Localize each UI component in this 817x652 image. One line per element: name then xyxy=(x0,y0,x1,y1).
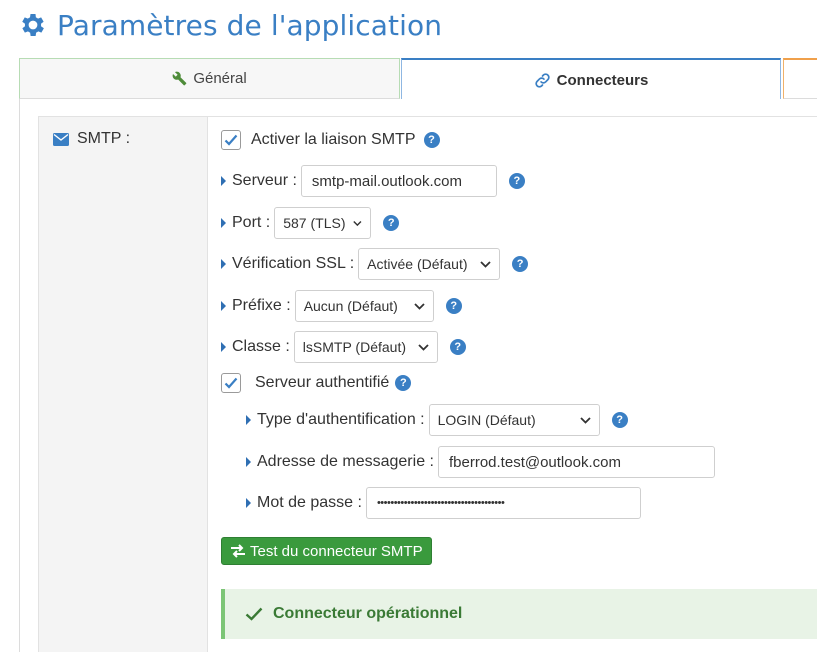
server-row: Serveur : smtp-mail.outlook.com ? xyxy=(221,165,525,197)
check-icon xyxy=(245,607,263,621)
class-row: Classe : lsSMTP (Défaut) ? xyxy=(221,331,466,363)
ssl-select-value: Activée (Défaut) xyxy=(367,256,468,272)
caret-right-icon xyxy=(221,176,226,186)
help-icon[interactable]: ? xyxy=(611,412,628,428)
auth-label: Serveur authentifié xyxy=(255,374,390,391)
chevron-down-icon xyxy=(480,260,491,268)
help-icon[interactable]: ? xyxy=(383,215,400,231)
help-icon[interactable]: ? xyxy=(445,298,462,314)
server-label: Serveur : xyxy=(232,172,297,189)
caret-right-icon xyxy=(246,457,251,467)
prefix-select[interactable]: Aucun (Défaut) xyxy=(294,290,434,322)
connectors-panel: SMTP : Activer la liaison SMTP ? Serveur… xyxy=(19,99,817,652)
page-header: Paramètres de l'application xyxy=(18,6,442,44)
ssl-label: Vérification SSL : xyxy=(232,255,355,272)
help-icon[interactable]: ? xyxy=(508,173,525,189)
checkmark-icon xyxy=(224,377,238,389)
tab-connecteurs[interactable]: Connecteurs xyxy=(401,58,781,100)
email-input[interactable]: fberrod.test@outlook.com xyxy=(437,446,715,478)
help-icon[interactable]: ? xyxy=(423,132,440,148)
auth-type-select[interactable]: LOGIN (Défaut) xyxy=(428,404,600,436)
enable-smtp-row: Activer la liaison SMTP ? xyxy=(221,130,440,150)
auth-row: Serveur authentifié ? xyxy=(221,373,412,393)
caret-right-icon xyxy=(221,301,226,311)
auth-type-row: Type d'authentification : LOGIN (Défaut)… xyxy=(246,404,628,436)
auth-type-select-value: LOGIN (Défaut) xyxy=(437,412,536,428)
page-title: Paramètres de l'application xyxy=(57,8,443,42)
enable-smtp-checkbox[interactable] xyxy=(221,130,241,150)
caret-right-icon xyxy=(246,415,251,425)
smtp-settings-form: Activer la liaison SMTP ? Serveur : smtp… xyxy=(208,116,817,652)
prefix-row: Préfixe : Aucun (Défaut) ? xyxy=(221,290,462,322)
port-row: Port : 587 (TLS) ? xyxy=(221,207,400,239)
tab-connecteurs-label: Connecteurs xyxy=(556,71,649,89)
port-label: Port : xyxy=(232,214,271,231)
help-icon[interactable]: ? xyxy=(512,256,529,272)
tab-next-partial[interactable] xyxy=(783,58,817,99)
status-alert: Connecteur opérationnel xyxy=(221,589,817,639)
email-label: Adresse de messagerie : xyxy=(257,453,434,470)
auth-checkbox[interactable] xyxy=(221,373,241,393)
password-row: Mot de passe : •••••••••••••••••••••••••… xyxy=(246,487,641,519)
exchange-icon xyxy=(231,544,245,558)
class-select[interactable]: lsSMTP (Défaut) xyxy=(293,331,438,363)
gear-icon xyxy=(22,14,44,36)
envelope-icon xyxy=(53,132,69,146)
enable-smtp-label: Activer la liaison SMTP xyxy=(251,131,416,148)
settings-page: Paramètres de l'application Général Conn… xyxy=(0,0,817,652)
chevron-down-icon xyxy=(353,220,362,226)
server-input[interactable]: smtp-mail.outlook.com xyxy=(300,165,497,197)
chevron-down-icon xyxy=(414,302,425,310)
class-label: Classe : xyxy=(232,338,290,355)
auth-type-label: Type d'authentification : xyxy=(257,411,425,428)
test-smtp-button[interactable]: Test du connecteur SMTP xyxy=(221,537,432,565)
chevron-down-icon xyxy=(579,416,591,424)
help-icon[interactable]: ? xyxy=(449,339,466,355)
help-icon[interactable]: ? xyxy=(395,375,412,391)
caret-right-icon xyxy=(246,498,251,508)
caret-right-icon xyxy=(221,342,226,352)
port-select-value: 587 (TLS) xyxy=(283,215,346,231)
prefix-select-value: Aucun (Défaut) xyxy=(303,298,398,314)
prefix-label: Préfixe : xyxy=(232,297,291,314)
chevron-down-icon xyxy=(418,343,429,351)
test-smtp-button-label: Test du connecteur SMTP xyxy=(250,542,423,560)
ssl-select[interactable]: Activée (Défaut) xyxy=(358,248,501,280)
tab-general[interactable]: Général xyxy=(19,58,400,99)
smtp-section-header: SMTP : xyxy=(38,116,208,652)
checkmark-icon xyxy=(224,134,238,146)
caret-right-icon xyxy=(221,259,226,269)
ssl-row: Vérification SSL : Activée (Défaut) ? xyxy=(221,248,529,280)
password-label: Mot de passe : xyxy=(257,494,362,511)
wrench-icon xyxy=(172,71,187,86)
password-input[interactable]: •••••••••••••••••••••••••••••••••••••• xyxy=(365,487,641,519)
tab-general-label: Général xyxy=(193,70,247,87)
port-select[interactable]: 587 (TLS) xyxy=(274,207,372,239)
caret-right-icon xyxy=(221,218,226,228)
smtp-section-label: SMTP : xyxy=(77,130,131,147)
email-row: Adresse de messagerie : fberrod.test@out… xyxy=(246,446,715,478)
class-select-value: lsSMTP (Défaut) xyxy=(302,339,407,355)
tab-bar: Général Connecteurs xyxy=(19,58,817,100)
status-message: Connecteur opérationnel xyxy=(273,605,463,622)
link-icon xyxy=(535,72,550,88)
